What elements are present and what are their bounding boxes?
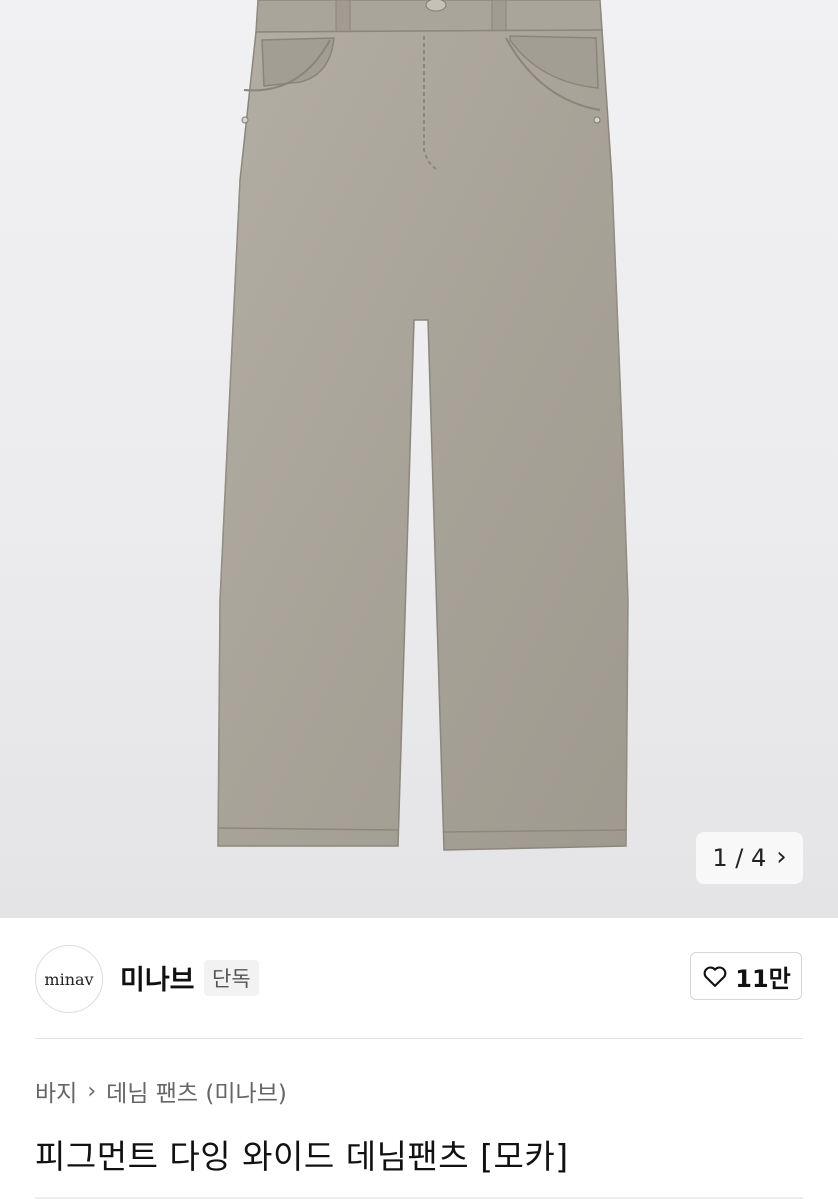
chevron-right-icon: ›	[87, 1078, 97, 1104]
image-pager-text: 1 / 4	[712, 844, 767, 872]
brand-name-link[interactable]: 미나브	[120, 958, 195, 997]
like-button[interactable]: 11만	[690, 952, 802, 1000]
breadcrumb-category[interactable]: 바지	[35, 1074, 77, 1108]
breadcrumb-subcategory[interactable]: 데님 팬츠 (미나브)	[106, 1074, 287, 1108]
divider	[35, 1197, 803, 1199]
exclusive-badge: 단독	[204, 960, 259, 996]
brand-logo-text: minav	[44, 969, 94, 989]
heart-outline-icon	[703, 966, 727, 987]
chevron-right-icon: ›	[776, 842, 787, 872]
product-image	[217, 0, 629, 851]
divider	[35, 1038, 803, 1039]
breadcrumb: 바지 › 데님 팬츠 (미나브)	[35, 1074, 287, 1108]
product-title: 피그먼트 다잉 와이드 데님팬츠 [모카]	[35, 1137, 569, 1176]
brand-row: minav 미나브 단독 11만	[0, 918, 838, 1038]
brand-logo[interactable]: minav	[35, 945, 103, 1013]
image-pager-button[interactable]: 1 / 4 ›	[696, 832, 803, 884]
product-image-carousel[interactable]: 1 / 4 ›	[0, 0, 838, 918]
like-count: 11만	[735, 964, 791, 993]
